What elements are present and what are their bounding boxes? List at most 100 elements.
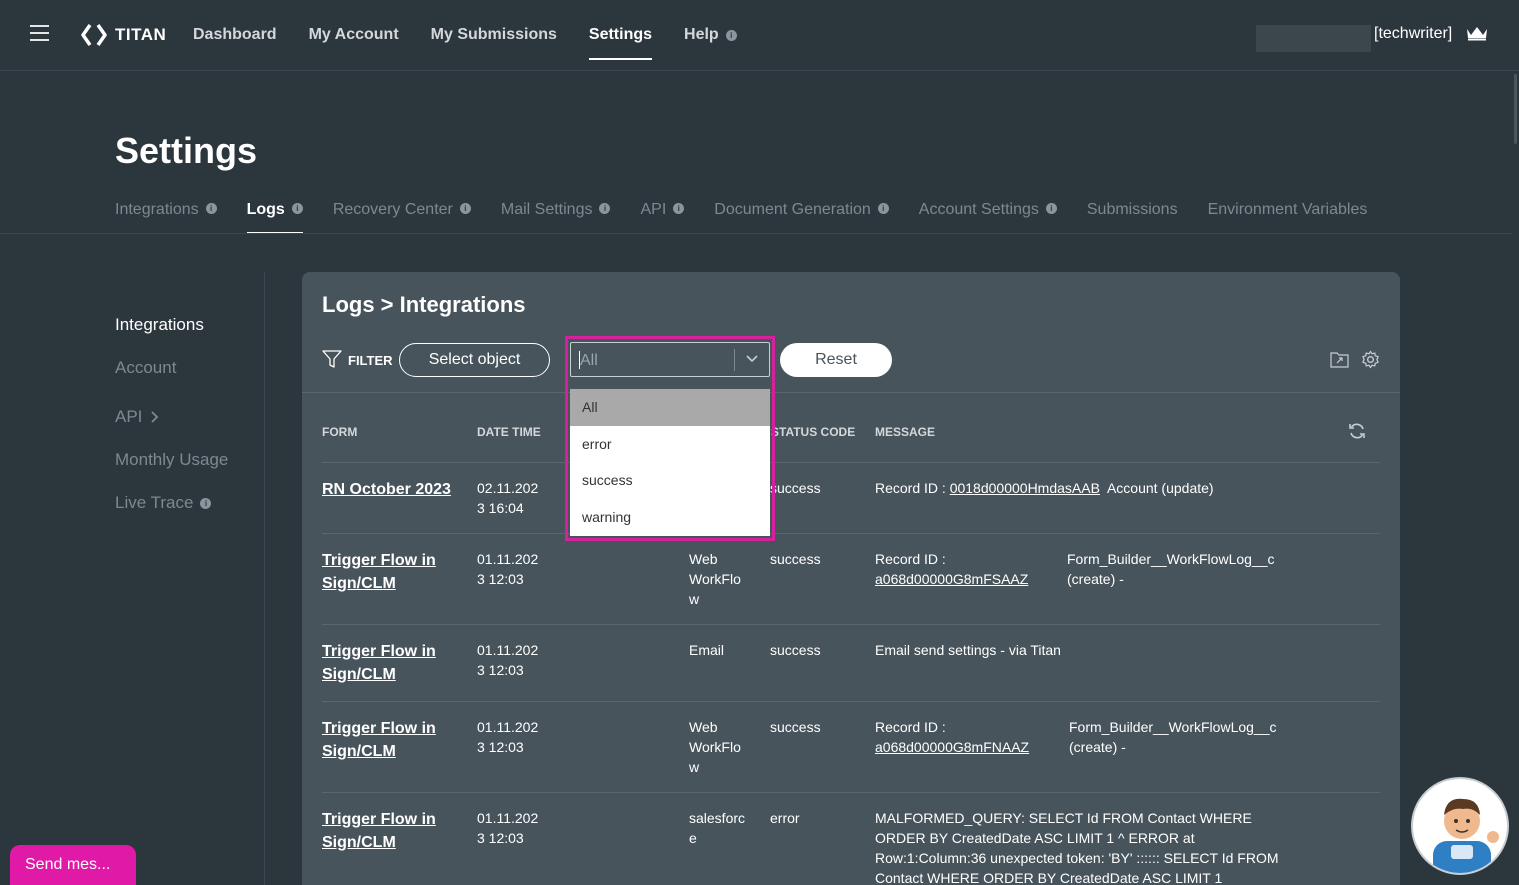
column-header-status-code[interactable]: STATUS CODE: [771, 425, 855, 439]
tab-label: Mail Settings: [500, 201, 593, 218]
assistant-avatar-icon[interactable]: [1411, 777, 1509, 875]
type: Web WorkFlo w: [689, 717, 741, 777]
column-header-form[interactable]: FORM: [322, 425, 357, 439]
date-text: 01.11.202: [477, 719, 539, 735]
time-text: 3 16:04: [477, 500, 524, 516]
chevron-right-icon: [151, 411, 159, 423]
side-divider: [264, 272, 265, 885]
side-item-integrations[interactable]: Integrations: [115, 315, 228, 358]
date-text: 01.11.202: [477, 642, 539, 658]
tab-integrations[interactable]: Integrations i: [115, 196, 217, 234]
option-warning[interactable]: warning: [570, 499, 770, 536]
tab-label: Account Settings: [918, 201, 1039, 218]
table-row: RN October 2023 02.11.202 3 16:04 success…: [322, 463, 1380, 534]
date-text: 02.11.202: [477, 480, 539, 496]
message-extra-line: Form_Builder__WorkFlowLog__c: [1069, 719, 1277, 735]
status-code: success: [770, 480, 821, 496]
tab-account-settings[interactable]: Account Settings i: [919, 196, 1057, 234]
time-text: 3 12:03: [477, 662, 524, 678]
tab-api[interactable]: API i: [640, 196, 685, 234]
form-link-line: Sign/CLM: [322, 834, 396, 851]
record-id-link[interactable]: a068d00000G8mFNAAZ: [875, 737, 1029, 757]
settings-tabs: Integrations i Logs i Recovery Center i Mai…: [115, 196, 1397, 234]
type-line: w: [689, 759, 700, 775]
tab-submissions[interactable]: Submissions: [1087, 196, 1178, 234]
form-link[interactable]: Trigger Flow in Sign/CLM: [322, 717, 436, 763]
info-icon: i: [599, 203, 611, 214]
form-link[interactable]: Trigger Flow in Sign/CLM: [322, 549, 436, 595]
option-error[interactable]: error: [570, 426, 770, 463]
form-link[interactable]: RN October 2023: [322, 478, 451, 501]
crown-icon: [1467, 27, 1487, 41]
refresh-icon[interactable]: [1347, 421, 1367, 441]
message-line: MALFORMED_QUERY: SELECT Id FROM Contact …: [875, 810, 1252, 826]
export-folder-icon[interactable]: [1330, 351, 1349, 368]
side-item-api[interactable]: API: [115, 407, 228, 450]
panel-title: Logs > Integrations: [322, 292, 526, 317]
tab-label: Environment Variables: [1207, 201, 1368, 218]
nav-help-label: Help: [684, 26, 719, 43]
form-link-line: Trigger Flow in: [322, 720, 436, 737]
message: Record ID : a068d00000G8mFNAAZ: [875, 717, 1029, 757]
type-line: WorkFlo: [689, 739, 741, 755]
reset-button[interactable]: Reset: [780, 343, 892, 377]
nav-my-submissions[interactable]: My Submissions: [431, 0, 557, 70]
message-extra-line: (create) -: [1069, 739, 1126, 755]
table-row: Trigger Flow in Sign/CLM 01.11.202 3 12:03…: [322, 702, 1380, 793]
menu-icon[interactable]: [30, 25, 49, 41]
form-link[interactable]: Trigger Flow in Sign/CLM: [322, 808, 436, 854]
filter-icon[interactable]: [322, 349, 342, 369]
tab-label: API: [640, 201, 667, 218]
message-extra: Form_Builder__WorkFlowLog__c (create) -: [1069, 717, 1277, 757]
tab-environment-variables[interactable]: Environment Variables: [1208, 196, 1368, 234]
brand-name: TITAN: [115, 25, 167, 44]
message-extra-line: (create) -: [1067, 571, 1124, 587]
date-text: 01.11.202: [477, 551, 539, 567]
message: MALFORMED_QUERY: SELECT Id FROM Contact …: [875, 808, 1279, 885]
logs-panel: Logs > Integrations FILTER Select object…: [302, 272, 1400, 885]
tab-logs[interactable]: Logs i: [246, 196, 304, 234]
time-text: 3 12:03: [477, 571, 524, 587]
page-scrollbar[interactable]: [1512, 72, 1519, 885]
tab-label: Recovery Center: [332, 201, 453, 218]
tab-mail-settings[interactable]: Mail Settings i: [501, 196, 611, 234]
scrollbar-thumb[interactable]: [1514, 74, 1517, 144]
form-link[interactable]: Trigger Flow in Sign/CLM: [322, 640, 436, 686]
status-select[interactable]: All: [570, 342, 770, 377]
side-item-live-trace[interactable]: Live Trace i: [115, 493, 228, 536]
status-code: success: [770, 719, 821, 735]
status-code: success: [770, 642, 821, 658]
nav-dashboard[interactable]: Dashboard: [193, 0, 277, 70]
side-item-label: Live Trace: [115, 493, 194, 512]
tab-recovery-center[interactable]: Recovery Center i: [333, 196, 471, 234]
nav-help[interactable]: Help i: [684, 0, 737, 70]
option-all[interactable]: All: [570, 389, 770, 426]
side-item-monthly-usage[interactable]: Monthly Usage: [115, 450, 228, 493]
chevron-down-icon[interactable]: [745, 354, 759, 364]
status-code: error: [770, 810, 800, 826]
type-line: e: [689, 830, 697, 846]
tabs-divider: [0, 233, 1519, 234]
side-item-account[interactable]: Account: [115, 358, 228, 401]
form-link-line: Sign/CLM: [322, 666, 396, 683]
panel-divider: [302, 392, 1400, 393]
page-title: Settings: [115, 130, 258, 171]
brand-logo[interactable]: TITAN: [81, 22, 166, 48]
column-header-message[interactable]: MESSAGE: [875, 425, 935, 439]
record-id-link[interactable]: 0018d00000HmdasAAB: [950, 480, 1100, 496]
tab-label: Submissions: [1086, 201, 1178, 218]
column-header-date-time[interactable]: DATE TIME: [477, 425, 541, 439]
info-icon: i: [205, 203, 217, 214]
user-name[interactable]: [techwriter]: [1374, 25, 1452, 43]
form-link-line: Trigger Flow in: [322, 643, 436, 660]
send-message-button[interactable]: Send mes...: [10, 845, 136, 885]
user-avatar-placeholder[interactable]: [1256, 25, 1371, 52]
record-id-link[interactable]: a068d00000G8mFSAAZ: [875, 569, 1028, 589]
nav-settings[interactable]: Settings: [588, 0, 653, 70]
option-success[interactable]: success: [570, 462, 770, 499]
gear-icon[interactable]: [1361, 350, 1380, 369]
filter-label: FILTER: [348, 353, 393, 368]
select-object-button[interactable]: Select object: [399, 343, 550, 377]
tab-document-generation[interactable]: Document Generation i: [714, 196, 889, 234]
nav-my-account[interactable]: My Account: [309, 0, 399, 70]
